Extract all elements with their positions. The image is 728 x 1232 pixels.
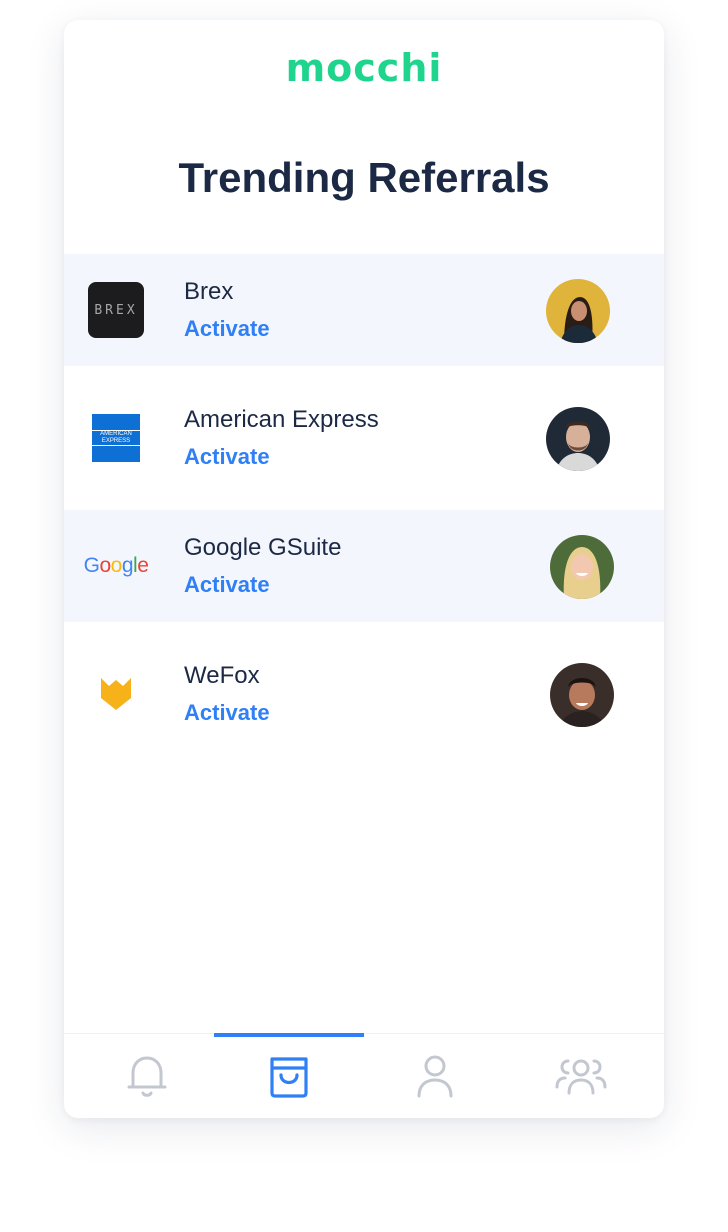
brex-logo: BREX: [84, 280, 148, 340]
tab-shop[interactable]: [214, 1033, 364, 1118]
amex-logo: AMERICAN EXPRESS: [84, 408, 148, 468]
referral-info: Google GSuite Activate: [184, 534, 341, 598]
tab-community[interactable]: [506, 1034, 656, 1118]
referral-row-brex[interactable]: BREX Brex Activate: [64, 254, 664, 366]
activate-link[interactable]: Activate: [184, 572, 341, 598]
shopping-bag-icon: [270, 1057, 308, 1098]
user-icon: [417, 1055, 453, 1098]
google-logo: Google: [83, 554, 149, 577]
avatar: [550, 663, 614, 727]
referral-info: American Express Activate: [184, 406, 379, 470]
referral-row-wefox[interactable]: WeFox Activate: [64, 638, 664, 750]
activate-link[interactable]: Activate: [184, 700, 270, 726]
bell-icon: [127, 1056, 167, 1097]
avatar: [546, 279, 610, 343]
avatar: [546, 407, 610, 471]
app-card: mocchi Trending Referrals BREX Brex Acti…: [64, 20, 664, 1118]
logo-text: mocchi: [285, 46, 443, 90]
referral-name: American Express: [184, 406, 379, 433]
referral-list: BREX Brex Activate AMERICAN EXPRESS Amer…: [64, 254, 664, 766]
avatar: [550, 535, 614, 599]
tab-profile[interactable]: [360, 1034, 510, 1118]
referral-info: Brex Activate: [184, 278, 270, 342]
referral-name: Google GSuite: [184, 534, 342, 561]
referral-row-amex[interactable]: AMERICAN EXPRESS American Express Activa…: [64, 382, 664, 494]
referral-name: Brex: [184, 278, 234, 305]
activate-link[interactable]: Activate: [184, 316, 270, 342]
wefox-logo: [84, 664, 148, 724]
referral-row-google[interactable]: Google Google GSuite Activate: [64, 510, 664, 622]
referral-name: WeFox: [184, 662, 260, 689]
tab-notifications[interactable]: [72, 1034, 222, 1118]
bottom-tab-bar: [64, 1033, 664, 1118]
referral-info: WeFox Activate: [184, 662, 270, 726]
group-icon: [555, 1059, 607, 1095]
activate-link[interactable]: Activate: [184, 444, 379, 470]
app-logo: mocchi: [64, 46, 664, 96]
page-title: Trending Referrals: [178, 154, 550, 201]
